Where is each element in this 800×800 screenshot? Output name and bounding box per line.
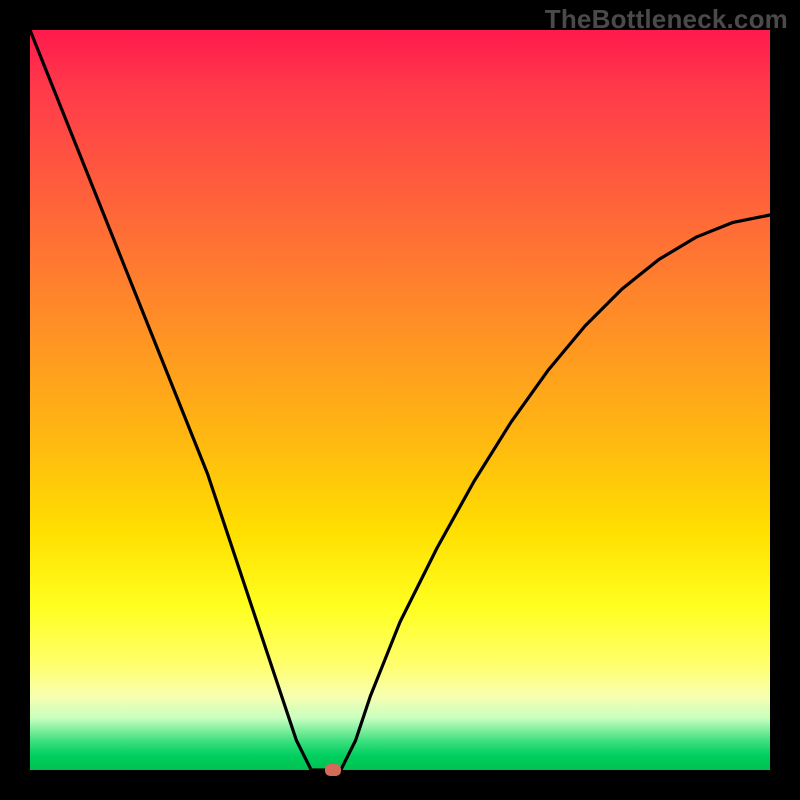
chart-frame: TheBottleneck.com [0, 0, 800, 800]
curve-svg [30, 30, 770, 770]
watermark-text: TheBottleneck.com [545, 4, 788, 35]
bottleneck-curve-path [30, 30, 770, 770]
plot-area [30, 30, 770, 770]
minimum-marker [325, 764, 341, 776]
